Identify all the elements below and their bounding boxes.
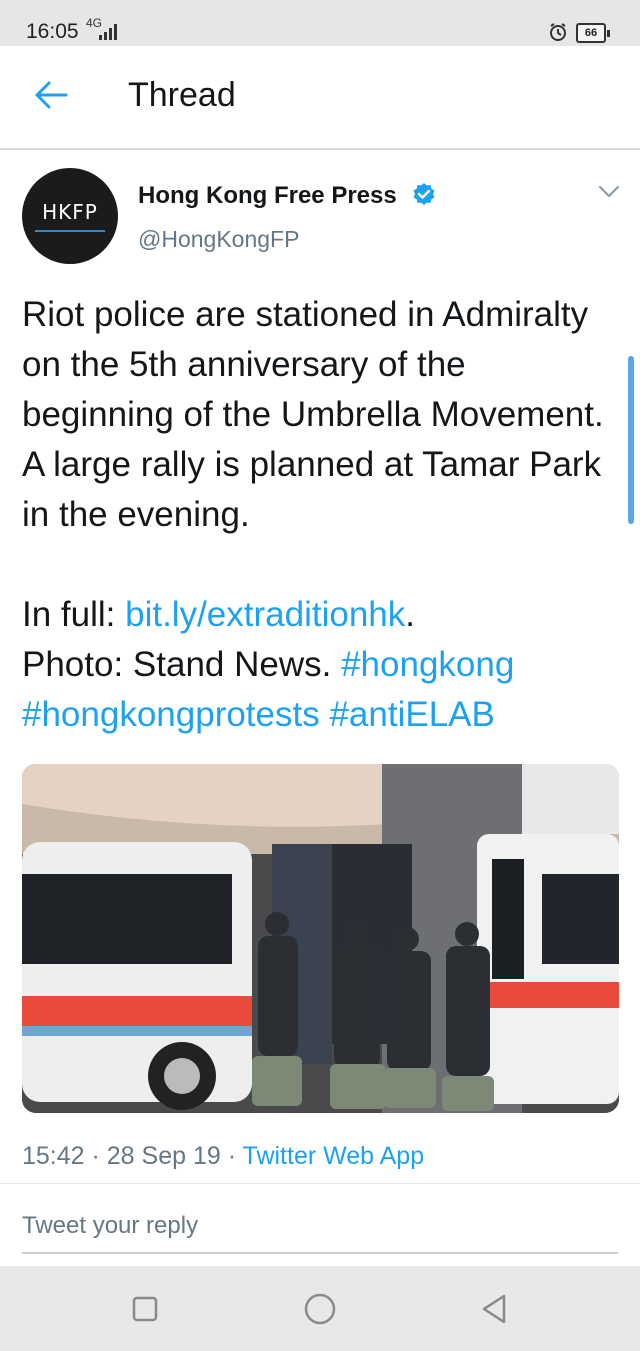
system-nav-bar xyxy=(0,1266,640,1351)
app-header: Thread xyxy=(0,46,640,150)
divider xyxy=(0,1183,640,1184)
back-arrow-icon[interactable] xyxy=(34,80,68,110)
photo-illustration xyxy=(22,764,619,1113)
tweet-time: 15:42 xyxy=(22,1142,85,1170)
reply-input[interactable] xyxy=(22,1200,618,1254)
status-time: 16:05 xyxy=(26,20,79,43)
tweet-paragraph-links: In full: bit.ly/extraditionhk. Photo: Sta… xyxy=(22,590,622,740)
article-link[interactable]: bit.ly/extraditionhk xyxy=(125,595,405,634)
page-title: Thread xyxy=(128,76,236,114)
hashtag-link[interactable]: #hongkong xyxy=(341,645,514,684)
tweet-date: 28 Sep 19 xyxy=(106,1142,221,1170)
hashtag-link[interactable]: #antiELAB xyxy=(329,695,494,734)
back-icon[interactable] xyxy=(478,1292,512,1326)
chevron-down-icon[interactable] xyxy=(598,184,620,200)
hashtag-link[interactable]: #hongkongprotests xyxy=(22,695,320,734)
status-bar: 16:05 4G 66 xyxy=(0,0,640,46)
author-name[interactable]: Hong Kong Free Press xyxy=(138,182,397,210)
verified-badge-icon xyxy=(413,183,435,205)
tweet-photo[interactable] xyxy=(22,764,619,1113)
author-handle[interactable]: @HongKongFP xyxy=(138,226,299,253)
scroll-indicator xyxy=(628,356,634,524)
signal-icon xyxy=(99,24,117,40)
home-icon[interactable] xyxy=(303,1292,337,1326)
photo-credit: Photo: Stand News. xyxy=(22,645,342,684)
alarm-icon xyxy=(550,23,566,41)
tweet-meta: 15:42 · 28 Sep 19 · Twitter Web App xyxy=(22,1142,425,1170)
in-full-label: In full: xyxy=(22,595,126,634)
avatar-logo-text: HKFP xyxy=(42,200,98,224)
tweet-source-link[interactable]: Twitter Web App xyxy=(243,1142,425,1170)
battery-icon: 66 xyxy=(576,23,610,43)
tweet-paragraph: Riot police are stationed in Admiralty o… xyxy=(22,295,604,534)
recent-apps-icon[interactable] xyxy=(128,1292,162,1326)
avatar-underline xyxy=(35,230,105,232)
link-suffix: . xyxy=(405,595,415,634)
tweet-text: Riot police are stationed in Admiralty o… xyxy=(22,290,622,740)
avatar[interactable]: HKFP xyxy=(22,168,118,264)
